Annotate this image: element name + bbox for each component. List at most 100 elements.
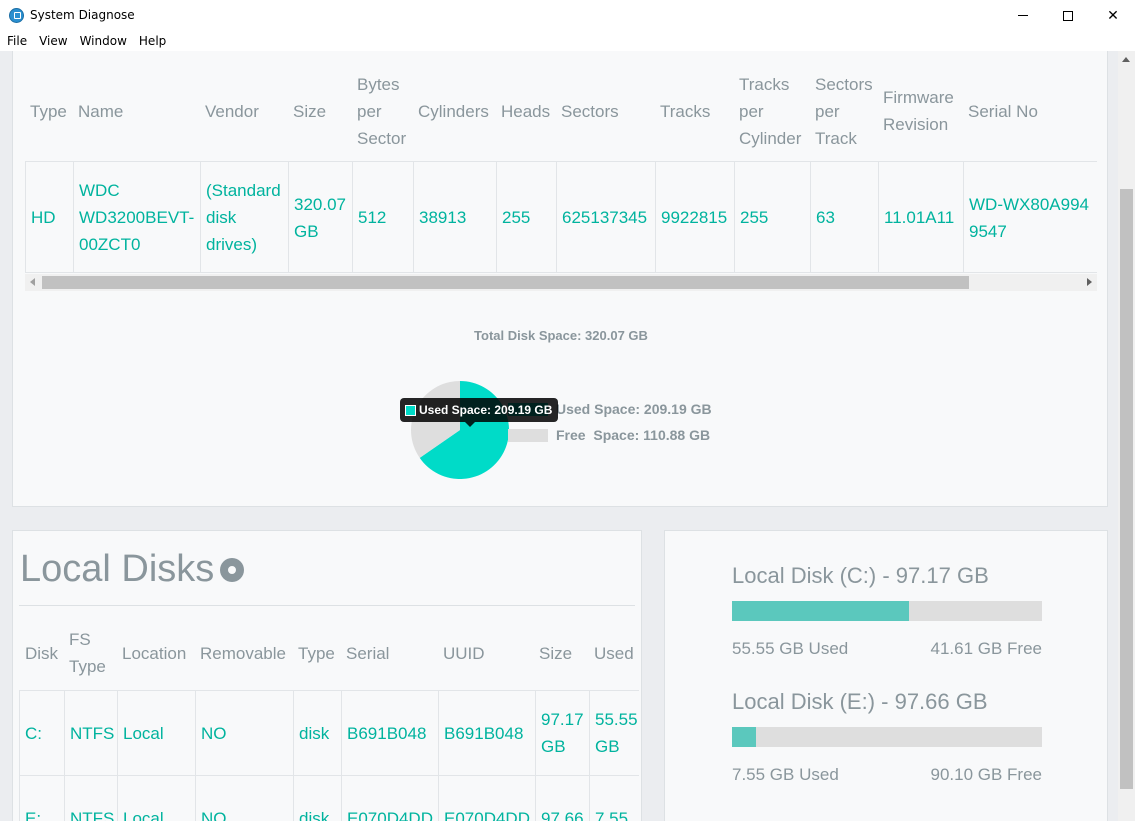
minimize-icon bbox=[1018, 15, 1028, 16]
minimize-button[interactable] bbox=[1000, 0, 1046, 31]
disk-usage-title: Local Disk (E:) - 97.66 GB bbox=[732, 689, 988, 714]
disk-usage-item: Local Disk (C:) - 97.17 GB 55.55 GB Used… bbox=[732, 563, 1042, 659]
legend-swatch bbox=[508, 428, 548, 442]
legend-item[interactable]: Free Space: 110.88 GB bbox=[508, 422, 712, 448]
column-header[interactable]: Removable bbox=[200, 618, 295, 688]
close-icon: ✕ bbox=[1107, 7, 1119, 24]
window-title: System Diagnose bbox=[30, 8, 135, 22]
table-cell: NTFS bbox=[64, 776, 117, 821]
table-cell: 255 bbox=[496, 162, 556, 273]
column-header[interactable]: Sectors bbox=[561, 61, 656, 161]
free-label: 90.10 GB Free bbox=[930, 765, 1042, 784]
column-header[interactable]: UUID bbox=[443, 618, 533, 688]
physical-disk-panel: Type Name Vendor Size Bytes per Sector C… bbox=[12, 51, 1108, 507]
disk-usage-item: Local Disk (E:) - 97.66 GB 7.55 GB Used … bbox=[732, 689, 1042, 785]
column-header[interactable]: Size bbox=[539, 618, 589, 688]
column-header[interactable]: Sectors per Track bbox=[815, 61, 879, 161]
table-cell: WD-WX80A9949547 bbox=[963, 162, 1097, 273]
table-cell: 97.66 bbox=[535, 776, 589, 821]
table-cell: E070D4DD bbox=[341, 776, 438, 821]
column-header[interactable]: Bytes per Sector bbox=[357, 61, 413, 161]
chart-tooltip: Used Space: 209.19 GB bbox=[400, 398, 559, 427]
table-cell: 255 bbox=[734, 162, 810, 273]
usage-bar-fill bbox=[732, 727, 756, 747]
local-disks-heading: Local Disks bbox=[20, 548, 245, 591]
table-row[interactable]: C: NTFS Local NO disk B691B048 B691B048 … bbox=[19, 690, 639, 775]
column-header[interactable]: Tracks per Cylinder bbox=[739, 61, 811, 161]
disc-icon bbox=[220, 557, 245, 582]
physical-disk-header: Type Name Vendor Size Bytes per Sector C… bbox=[25, 61, 1097, 161]
column-header[interactable]: Serial bbox=[346, 618, 436, 688]
table-cell: 320.07 GB bbox=[288, 162, 352, 273]
legend-label: Free Space: 110.88 GB bbox=[556, 427, 711, 443]
table-cell: HD bbox=[25, 162, 73, 273]
table-cell: 625137345 bbox=[556, 162, 655, 273]
scroll-up-icon[interactable] bbox=[1122, 57, 1130, 62]
column-header[interactable]: Firmware Revision bbox=[883, 61, 963, 161]
title-bar: System Diagnose ✕ bbox=[0, 0, 1135, 31]
table-cell: E070D4DD bbox=[438, 776, 535, 821]
disk-usage-title: Local Disk (C:) - 97.17 GB bbox=[732, 563, 989, 588]
table-cell: WDC WD3200BEVT-00ZCT0 bbox=[73, 162, 200, 273]
column-header[interactable]: Tracks bbox=[660, 61, 738, 161]
column-header[interactable]: Heads bbox=[501, 61, 559, 161]
table-cell: Local bbox=[117, 776, 195, 821]
table-cell: B691B048 bbox=[438, 691, 535, 775]
main-content: Type Name Vendor Size Bytes per Sector C… bbox=[0, 51, 1118, 821]
table-cell: 9922815 bbox=[655, 162, 734, 273]
column-header[interactable]: Cylinders bbox=[418, 61, 500, 161]
menu-file[interactable]: File bbox=[7, 34, 27, 48]
maximize-button[interactable] bbox=[1045, 0, 1091, 31]
table-cell: Local bbox=[117, 691, 195, 775]
table-cell: 97.17 GB bbox=[535, 691, 589, 775]
scroll-left-icon[interactable] bbox=[30, 278, 35, 286]
column-header[interactable]: Disk bbox=[25, 618, 65, 688]
table-cell: disk bbox=[293, 691, 341, 775]
table-row[interactable]: E: NTFS Local NO disk E070D4DD E070D4DD … bbox=[19, 775, 639, 821]
usage-bar-fill bbox=[732, 601, 910, 621]
table-cell: NO bbox=[195, 776, 293, 821]
table-cell: 11.01A11 bbox=[878, 162, 963, 273]
disk-usage-panel: Local Disk (C:) - 97.17 GB 55.55 GB Used… bbox=[664, 530, 1108, 821]
table-cell: C: bbox=[19, 691, 64, 775]
menu-view[interactable]: View bbox=[39, 34, 67, 48]
table-cell: disk bbox=[293, 776, 341, 821]
column-header[interactable]: Used bbox=[594, 618, 639, 688]
scroll-thumb[interactable] bbox=[1120, 189, 1133, 789]
column-header[interactable]: Vendor bbox=[205, 61, 290, 161]
menu-help[interactable]: Help bbox=[139, 34, 166, 48]
menu-bar: File View Window Help bbox=[0, 31, 1135, 51]
chart-title: Total Disk Space: 320.07 GB bbox=[474, 328, 648, 343]
table-cell: 55.55 GB bbox=[589, 691, 639, 775]
legend-label: Used Space: 209.19 GB bbox=[556, 401, 712, 417]
horizontal-scrollbar[interactable] bbox=[25, 274, 1097, 291]
usage-bar bbox=[732, 727, 1042, 747]
column-header[interactable]: Serial No bbox=[968, 61, 1093, 161]
local-disks-panel: Local Disks Disk FS Type Location Remova… bbox=[12, 530, 642, 821]
used-label: 55.55 GB Used bbox=[732, 639, 849, 658]
maximize-icon bbox=[1063, 10, 1073, 21]
table-cell: E: bbox=[19, 776, 64, 821]
column-header[interactable]: Type bbox=[298, 618, 343, 688]
table-cell: NO bbox=[195, 691, 293, 775]
menu-window[interactable]: Window bbox=[80, 34, 127, 48]
table-row[interactable]: HD WDC WD3200BEVT-00ZCT0 (Standard disk … bbox=[25, 161, 1097, 273]
table-cell: (Standard disk drives) bbox=[200, 162, 288, 273]
column-header[interactable]: Location bbox=[122, 618, 194, 688]
scroll-thumb[interactable] bbox=[42, 276, 969, 289]
usage-bar bbox=[732, 601, 1042, 621]
table-cell: NTFS bbox=[64, 691, 117, 775]
table-cell: 7.55 bbox=[589, 776, 639, 821]
free-label: 41.61 GB Free bbox=[930, 639, 1042, 658]
table-cell: 63 bbox=[810, 162, 878, 273]
tooltip-swatch bbox=[405, 404, 416, 416]
vertical-scrollbar[interactable] bbox=[1118, 51, 1135, 821]
column-header[interactable]: Name bbox=[78, 61, 203, 161]
scroll-right-icon[interactable] bbox=[1087, 278, 1092, 286]
column-header[interactable]: FS Type bbox=[69, 618, 113, 688]
column-header[interactable]: Type bbox=[30, 61, 75, 161]
used-label: 7.55 GB Used bbox=[732, 765, 839, 784]
close-button[interactable]: ✕ bbox=[1090, 0, 1135, 31]
table-cell: 512 bbox=[352, 162, 413, 273]
column-header[interactable]: Size bbox=[293, 61, 353, 161]
